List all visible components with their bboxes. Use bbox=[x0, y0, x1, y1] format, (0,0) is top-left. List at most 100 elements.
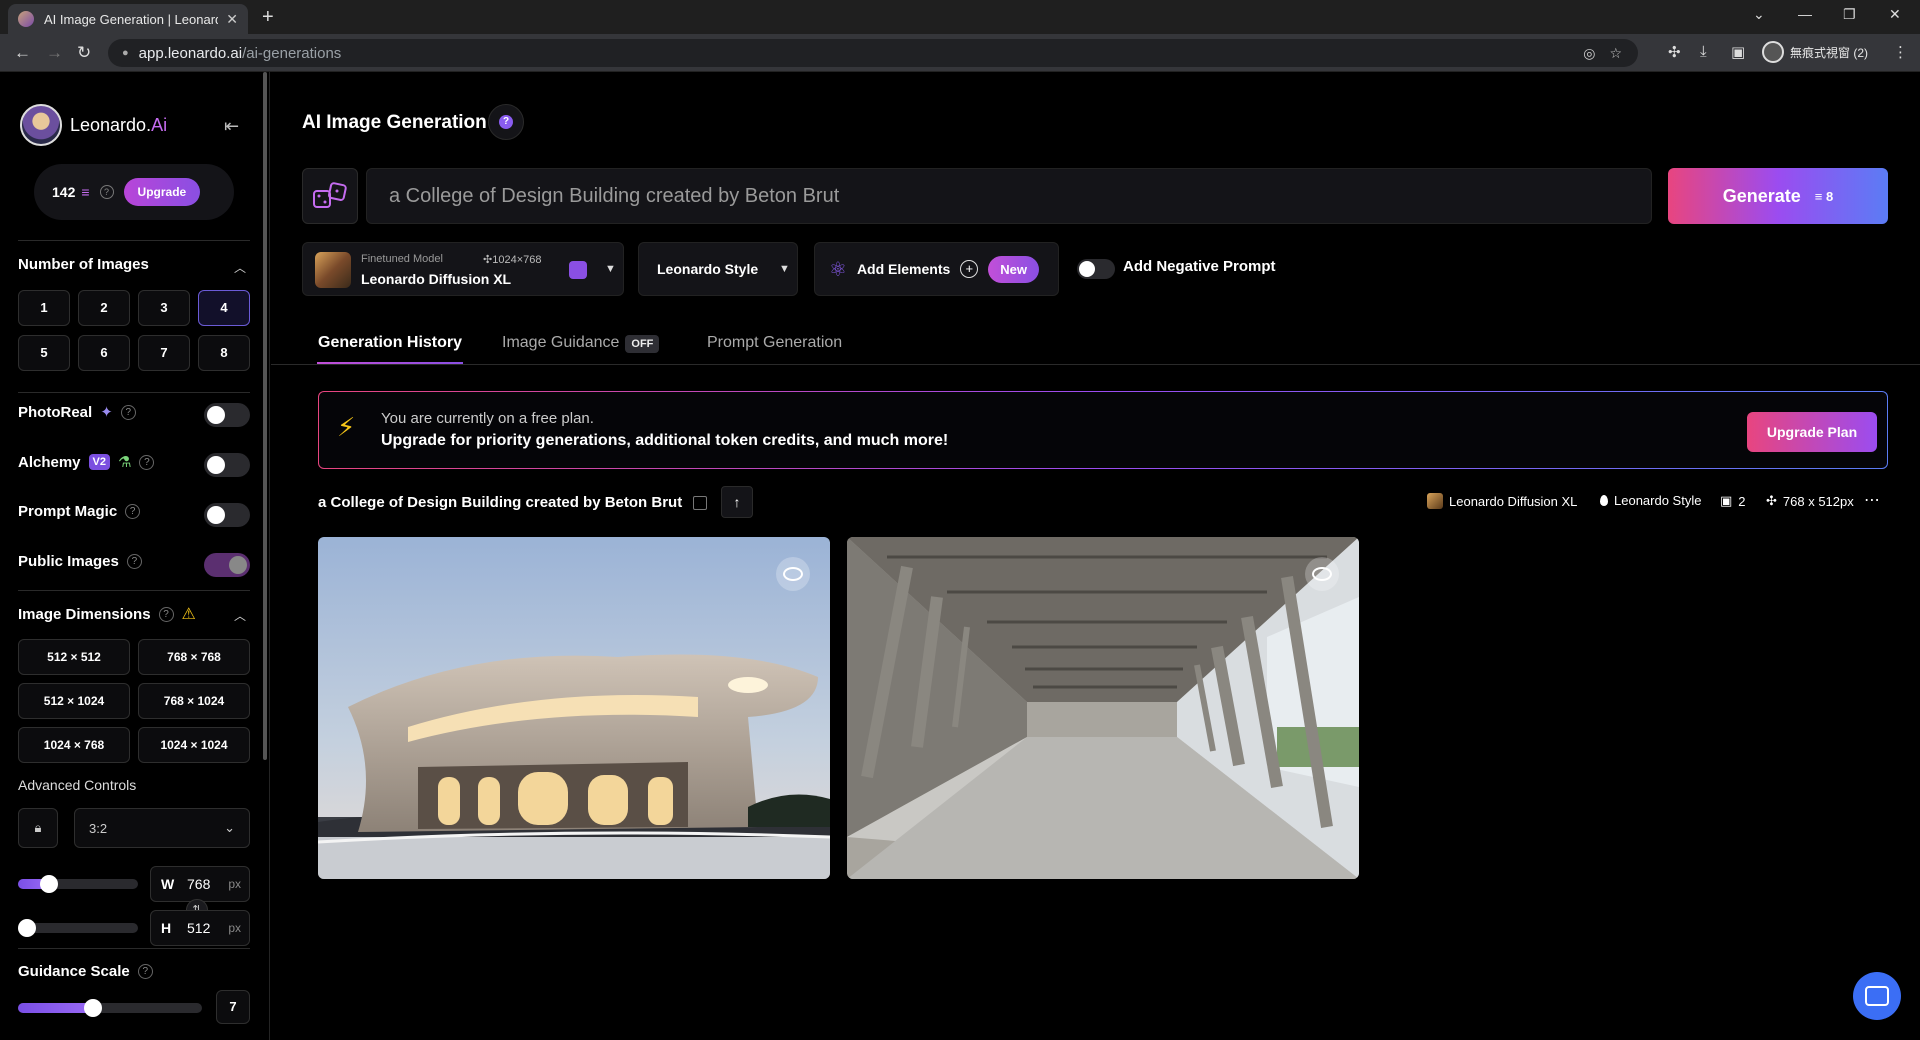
help-icon[interactable]: ? bbox=[158, 606, 174, 622]
prompt-input[interactable]: a College of Design Building created by … bbox=[366, 168, 1652, 224]
minimize-icon[interactable]: — bbox=[1798, 6, 1812, 22]
copy-icon[interactable] bbox=[693, 496, 707, 510]
photoreal-icon: ✦ bbox=[100, 404, 113, 421]
dim-512x512[interactable]: 512 × 512 bbox=[18, 639, 130, 675]
alchemy-version-badge: V2 bbox=[88, 454, 110, 470]
aspect-lock-icon[interactable]: 🔒︎ bbox=[18, 808, 58, 848]
dimensions-icon: ✣ bbox=[1766, 493, 1777, 508]
model-settings-icon[interactable] bbox=[569, 261, 587, 279]
upgrade-button[interactable]: Upgrade bbox=[123, 178, 201, 206]
chevron-up-icon[interactable]: ︿ bbox=[234, 259, 246, 276]
width-field[interactable]: W 768 px bbox=[150, 866, 250, 902]
tab-image-guidance[interactable]: Image Guidance OFF bbox=[502, 334, 660, 353]
upgrade-plan-button[interactable]: Upgrade Plan bbox=[1747, 412, 1877, 452]
site-info-icon[interactable]: ● bbox=[122, 47, 129, 59]
dim-768x768[interactable]: 768 × 768 bbox=[138, 639, 250, 675]
generation-prompt: a College of Design Building created by … bbox=[318, 494, 683, 511]
image-dimensions-row: Image Dimensions ? ⚠ bbox=[18, 604, 196, 624]
tracking-icon[interactable]: ◎ bbox=[1583, 45, 1595, 62]
guidance-slider-handle[interactable] bbox=[84, 999, 103, 1017]
help-icon[interactable]: ? bbox=[120, 404, 136, 420]
dim-512x1024[interactable]: 512 × 1024 bbox=[18, 683, 130, 719]
num-images-8[interactable]: 8 bbox=[198, 335, 250, 371]
generate-cost: ≡ 8 bbox=[1814, 188, 1834, 204]
close-tab-icon[interactable]: ✕ bbox=[226, 11, 238, 28]
height-key: H bbox=[161, 920, 172, 936]
new-tab-icon[interactable]: + bbox=[262, 6, 274, 29]
extensions-icon[interactable]: ✣ bbox=[1668, 43, 1681, 61]
dice-icon bbox=[313, 182, 347, 208]
forward-icon[interactable]: → bbox=[46, 43, 63, 63]
more-options-icon[interactable]: ⋯ bbox=[1864, 490, 1880, 510]
num-images-5[interactable]: 5 bbox=[18, 335, 70, 371]
style-select[interactable]: Leonardo Style ▼ bbox=[638, 242, 798, 296]
warning-icon: ⚠ bbox=[181, 606, 196, 623]
model-selector[interactable]: Finetuned Model ✣1024×768 Leonardo Diffu… bbox=[302, 242, 624, 296]
width-slider[interactable] bbox=[18, 875, 138, 893]
height-field[interactable]: H 512 px bbox=[150, 910, 250, 946]
width-slider-handle[interactable] bbox=[40, 875, 59, 893]
banner-line-2: Upgrade for priority generations, additi… bbox=[381, 432, 949, 449]
help-button[interactable]: ? bbox=[488, 104, 524, 140]
help-icon[interactable]: ? bbox=[139, 454, 155, 470]
num-images-7[interactable]: 7 bbox=[138, 335, 190, 371]
images-count-icon: ▣ bbox=[1720, 493, 1733, 508]
url-field[interactable]: ● app.leonardo.ai /ai-generations ◎ ☆ bbox=[108, 39, 1638, 67]
side-panel-icon[interactable]: ▣ bbox=[1731, 43, 1745, 61]
help-icon[interactable]: ? bbox=[126, 554, 142, 569]
brand-suffix: Ai bbox=[151, 114, 168, 135]
public-images-toggle[interactable] bbox=[204, 553, 250, 577]
main-content: AI Image Generation ? a College of Desig… bbox=[271, 72, 1920, 1040]
generated-image-1[interactable] bbox=[318, 537, 830, 879]
num-images-3[interactable]: 3 bbox=[138, 290, 190, 326]
help-icon[interactable]: ? bbox=[137, 964, 153, 979]
back-icon[interactable]: ← bbox=[14, 43, 31, 63]
add-elements-button[interactable]: ⚛ Add Elements + New bbox=[814, 242, 1059, 296]
incognito-profile[interactable]: 無痕式視窗 (2) bbox=[1762, 41, 1868, 63]
alchemy-toggle[interactable] bbox=[204, 453, 250, 477]
dim-1024x1024[interactable]: 1024 × 1024 bbox=[138, 727, 250, 763]
sidebar-scrollbar[interactable] bbox=[263, 72, 267, 760]
num-images-6[interactable]: 6 bbox=[78, 335, 130, 371]
view-image-icon[interactable] bbox=[1305, 557, 1339, 591]
reuse-prompt-icon[interactable]: ↑ bbox=[721, 486, 753, 518]
download-icon[interactable]: ⤓ bbox=[1700, 43, 1707, 60]
height-slider[interactable] bbox=[18, 919, 138, 937]
tab-prompt-generation[interactable]: Prompt Generation bbox=[707, 334, 842, 352]
view-image-icon[interactable] bbox=[776, 557, 810, 591]
brand-text: Leonardo. bbox=[70, 114, 152, 135]
token-count: 142 bbox=[52, 184, 76, 200]
help-icon[interactable]: ? bbox=[99, 185, 114, 199]
reload-icon[interactable]: ↻ bbox=[77, 43, 91, 63]
collapse-sidebar-icon[interactable]: ⇤ bbox=[224, 116, 239, 137]
num-images-2[interactable]: 2 bbox=[78, 290, 130, 326]
num-images-4[interactable]: 4 bbox=[198, 290, 250, 326]
guidance-slider[interactable] bbox=[18, 999, 202, 1017]
tab-generation-history[interactable]: Generation History bbox=[318, 334, 462, 352]
bookmark-star-icon[interactable]: ☆ bbox=[1609, 45, 1622, 62]
dim-1024x768[interactable]: 1024 × 768 bbox=[18, 727, 130, 763]
random-prompt-button[interactable] bbox=[302, 168, 358, 224]
brand-logo[interactable]: Leonardo.Ai bbox=[20, 104, 167, 146]
tab-search-icon[interactable]: ⌄ bbox=[1753, 6, 1765, 23]
height-slider-handle[interactable] bbox=[18, 919, 36, 937]
help-icon[interactable]: ? bbox=[125, 504, 141, 519]
caret-down-icon[interactable]: ▼ bbox=[605, 263, 616, 275]
chevron-up-icon[interactable]: ︿ bbox=[234, 607, 246, 624]
browser-menu-icon[interactable]: ⋮ bbox=[1893, 43, 1908, 61]
dim-768x1024[interactable]: 768 × 1024 bbox=[138, 683, 250, 719]
browser-tab[interactable]: AI Image Generation | Leonardo ✕ bbox=[8, 4, 248, 34]
negative-prompt-toggle[interactable] bbox=[1077, 259, 1115, 279]
aspect-ratio-select[interactable]: 3:2 ⌄ bbox=[74, 808, 250, 848]
profile-label: 無痕式視窗 (2) bbox=[1790, 45, 1869, 60]
generate-button[interactable]: Generate ≡ 8 bbox=[1668, 168, 1888, 224]
chat-support-icon[interactable] bbox=[1853, 972, 1901, 1020]
photoreal-toggle[interactable] bbox=[204, 403, 250, 427]
tabs-divider bbox=[271, 364, 1920, 365]
generated-image-2[interactable] bbox=[847, 537, 1359, 879]
num-images-1[interactable]: 1 bbox=[18, 290, 70, 326]
restore-icon[interactable]: ❐ bbox=[1843, 6, 1856, 23]
prompt-magic-toggle[interactable] bbox=[204, 503, 250, 527]
guidance-value[interactable]: 7 bbox=[216, 990, 250, 1024]
close-window-icon[interactable]: ✕ bbox=[1889, 6, 1901, 23]
